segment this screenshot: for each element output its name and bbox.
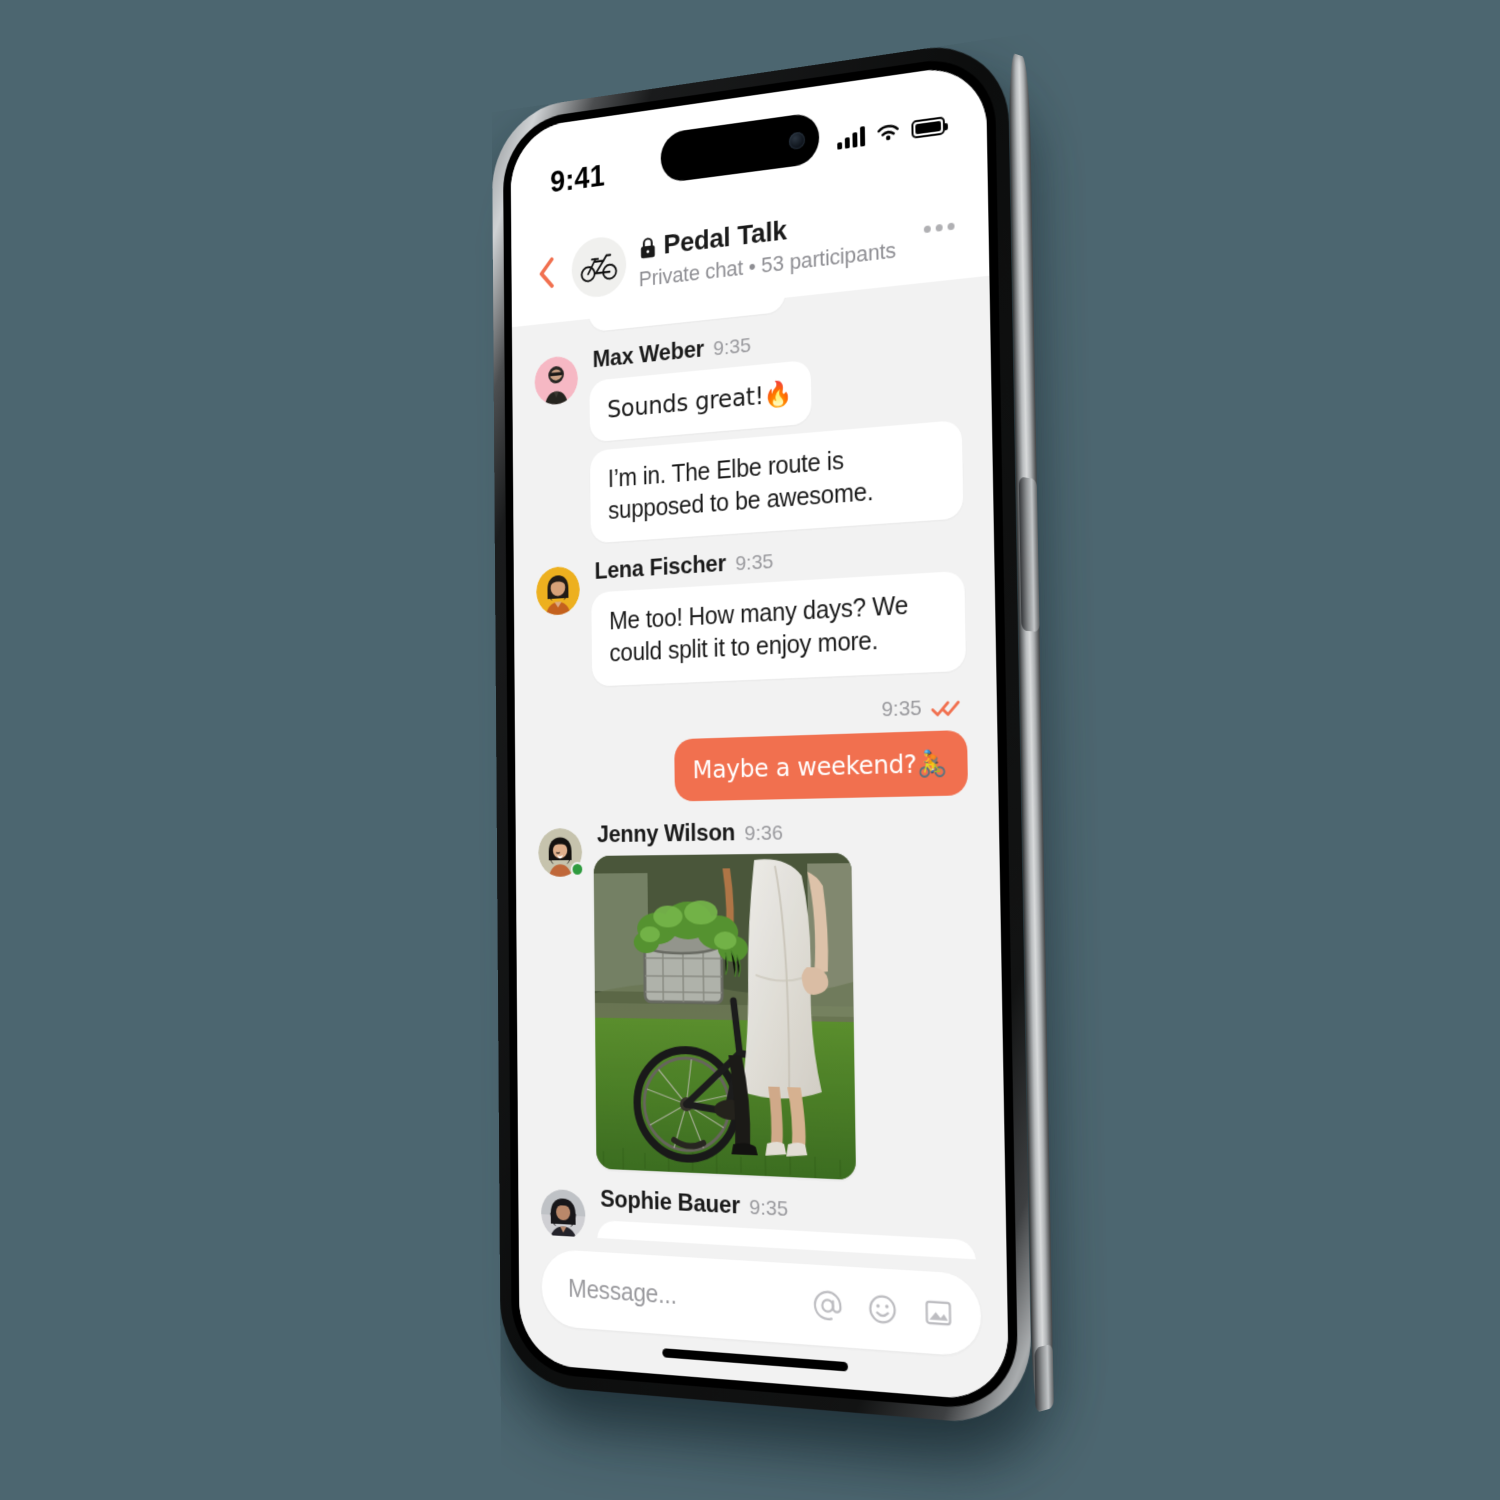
message-time: 9:35 [713, 334, 752, 361]
photo-message-bicycle-with-flower-basket[interactable] [593, 852, 857, 1180]
screenshot-stage: 9:41 Pedal Talk Private chat • 53 partic… [0, 0, 1500, 1500]
home-indicator[interactable] [662, 1348, 849, 1372]
battery-icon [911, 116, 946, 139]
avatar-jenny-wilson[interactable] [538, 827, 585, 877]
sender-name: Sophie Bauer [600, 1185, 741, 1220]
chat-avatar[interactable] [571, 234, 627, 300]
cellular-signal-icon [837, 126, 866, 150]
dynamic-island [660, 111, 820, 184]
double-check-read-icon [930, 696, 960, 718]
online-status-dot [570, 861, 585, 877]
message-time: 9:35 [749, 1195, 789, 1221]
sender-name: Jenny Wilson [596, 818, 736, 848]
more-options-button[interactable] [918, 221, 955, 233]
avatar-max-weber[interactable] [534, 354, 579, 407]
chat-title-block: Pedal Talk Private chat • 53 participant… [638, 201, 904, 292]
message-bubble[interactable]: Me too! How many days? We could split it… [591, 570, 966, 687]
message-meta: Jenny Wilson 9:36 [597, 815, 969, 849]
volume-down-button[interactable] [1034, 1343, 1054, 1413]
message-time: 9:36 [744, 821, 784, 845]
message-input-pill[interactable]: Message... [541, 1248, 982, 1358]
phone-frame: 9:41 Pedal Talk Private chat • 53 partic… [491, 36, 1033, 1428]
message-time: 9:35 [735, 550, 774, 576]
message-list[interactable]: and very scenic! [511, 275, 1007, 1262]
message-time: 9:35 [881, 695, 922, 721]
status-bar-clock: 9:41 [550, 158, 606, 199]
mention-icon[interactable] [812, 1288, 843, 1323]
power-button[interactable] [1018, 476, 1040, 633]
outgoing-meta: 9:35 [881, 694, 967, 722]
front-camera-icon [788, 130, 806, 150]
emoji-icon[interactable] [866, 1292, 898, 1328]
back-button[interactable] [534, 256, 560, 291]
message-row-max-weber: Max Weber 9:35 Sounds great!🔥 I’m in. Th… [534, 310, 964, 556]
phone-screen: 9:41 Pedal Talk Private chat • 53 partic… [510, 61, 1010, 1403]
bicycle-icon [580, 251, 617, 284]
message-column: Max Weber 9:35 Sounds great!🔥 I’m in. Th… [589, 310, 964, 552]
status-bar-icons [837, 115, 946, 150]
message-input[interactable]: Message... [568, 1274, 789, 1318]
message-bubble[interactable]: Sounds great!🔥 [589, 359, 813, 442]
message-row-outgoing: 9:35 Maybe a weekend?🚴 [537, 694, 969, 813]
sender-name: Max Weber [592, 336, 705, 374]
wifi-icon [875, 121, 901, 141]
message-row-jenny-wilson: Jenny Wilson 9:36 [538, 815, 975, 1196]
message-column: Lena Fischer 9:35 Me too! How many days?… [591, 535, 966, 695]
lock-icon [638, 235, 657, 259]
message-column: Jenny Wilson 9:36 [593, 815, 975, 1196]
sender-name: Lena Fischer [594, 550, 727, 585]
message-row-lena-fischer: Lena Fischer 9:35 Me too! How many days?… [536, 535, 966, 697]
image-icon[interactable] [922, 1295, 955, 1331]
avatar-lena-fischer[interactable] [536, 565, 580, 617]
message-composer: Message... [518, 1233, 1010, 1403]
avatar-sophie-bauer[interactable] [540, 1188, 586, 1241]
phone-bezel: 9:41 Pedal Talk Private chat • 53 partic… [502, 51, 1019, 1413]
message-bubble-outgoing[interactable]: Maybe a weekend?🚴 [674, 729, 969, 802]
phone-mockup: 9:41 Pedal Talk Private chat • 53 partic… [491, 36, 1054, 1461]
